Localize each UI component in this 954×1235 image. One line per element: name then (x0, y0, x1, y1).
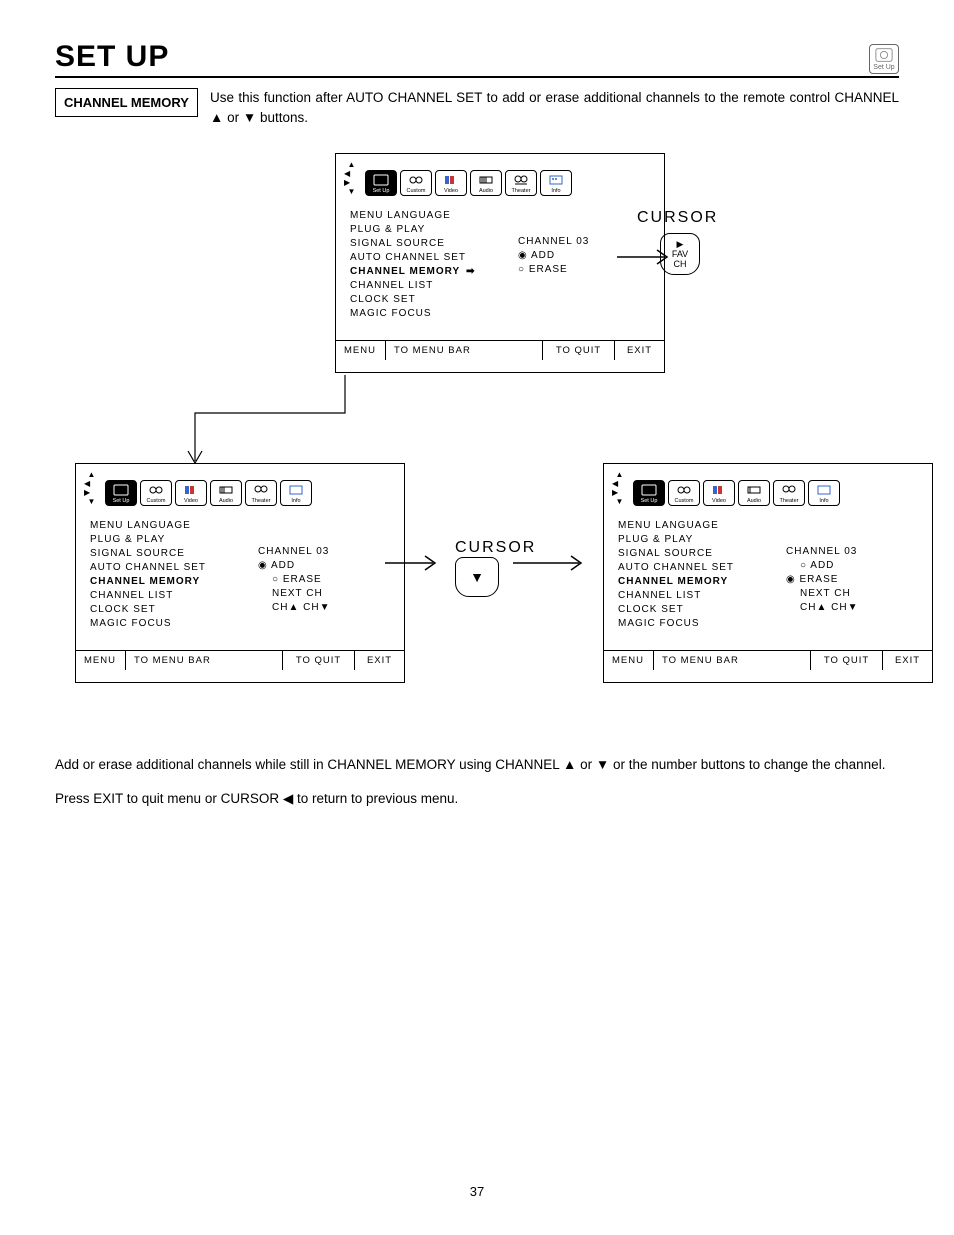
tab-theater: Theater (245, 480, 277, 506)
menu-item: SIGNAL SOURCE (350, 238, 518, 249)
menu-item-selected: CHANNEL MEMORY (350, 266, 518, 277)
page-number: 37 (0, 1184, 954, 1199)
menu-item: MENU LANGUAGE (350, 210, 518, 221)
menu-item-selected: CHANNEL MEMORY (90, 576, 258, 587)
tab-theater: Theater (505, 170, 537, 196)
tab-video: Video (703, 480, 735, 506)
nav-arrows-icon: ▲◀ ▶▼ (84, 470, 100, 506)
menu-item: AUTO CHANNEL SET (350, 252, 518, 263)
section-label: CHANNEL MEMORY (55, 88, 198, 117)
arrow-right-icon (383, 553, 443, 573)
setup-icon-label: Set Up (873, 64, 894, 71)
menu-item: MAGIC FOCUS (350, 308, 518, 319)
add-option-selected: ADD (258, 560, 390, 571)
tab-setup: Set Up (633, 480, 665, 506)
tab-custom: Custom (668, 480, 700, 506)
tab-info: Info (280, 480, 312, 506)
tab-setup: Set Up (105, 480, 137, 506)
osd-panel-bottom-left: ▲◀ ▶▼ Set Up Custom Video Audio Theater … (75, 463, 405, 683)
tab-audio: Audio (470, 170, 502, 196)
flow-line-icon (175, 373, 355, 473)
cursor-down-button[interactable]: ▼ (455, 557, 499, 597)
erase-option-selected: ERASE (786, 574, 918, 585)
tab-info: Info (540, 170, 572, 196)
tab-theater: Theater (773, 480, 805, 506)
osd-panel-bottom-right: ▲◀ ▶▼ Set Up Custom Video Audio Theater … (603, 463, 933, 683)
menu-item: PLUG & PLAY (350, 224, 518, 235)
nav-arrows-icon: ▲◀ ▶▼ (344, 160, 360, 196)
up-triangle-icon: ▲ (210, 110, 223, 125)
nav-arrows-icon: ▲◀ ▶▼ (612, 470, 628, 506)
osd-footer: MENU TO MENU BAR TO QUIT EXIT (336, 340, 664, 360)
menu-item: CLOCK SET (350, 294, 518, 305)
page-header: SET UP Set Up (55, 40, 899, 78)
arrow-right-icon (511, 553, 591, 573)
tab-info: Info (808, 480, 840, 506)
tab-bar: ▲◀ ▶▼ Set Up Custom Video Audio Theater … (336, 154, 664, 200)
paragraph: Press EXIT to quit menu or CURSOR ◀ to r… (55, 789, 899, 809)
intro-text: Use this function after AUTO CHANNEL SET… (210, 88, 899, 129)
paragraph: Add or erase additional channels while s… (55, 755, 899, 775)
channel-value: CHANNEL 03 (518, 236, 650, 247)
intro-row: CHANNEL MEMORY Use this function after A… (55, 88, 899, 129)
down-triangle-icon: ▼ (243, 110, 256, 125)
down-triangle-icon: ▼ (596, 757, 609, 772)
tab-audio: Audio (738, 480, 770, 506)
menu-item: CHANNEL LIST (350, 280, 518, 291)
tab-setup: Set Up (365, 170, 397, 196)
page-title: SET UP (55, 40, 169, 74)
diagram-area: ▲◀ ▶▼ Set Up Custom Video Audio Theater … (55, 153, 899, 743)
tab-custom: Custom (400, 170, 432, 196)
setup-icon: Set Up (869, 44, 899, 74)
tab-audio: Audio (210, 480, 242, 506)
left-triangle-icon: ◀ (283, 791, 293, 806)
menu-item-selected: CHANNEL MEMORY (618, 576, 786, 587)
fav-ch-button[interactable]: ▶ FAV CH (660, 233, 700, 275)
tab-custom: Custom (140, 480, 172, 506)
tab-video: Video (435, 170, 467, 196)
tab-video: Video (175, 480, 207, 506)
up-triangle-icon: ▲ (563, 757, 576, 772)
cursor-label: CURSOR (637, 209, 718, 227)
